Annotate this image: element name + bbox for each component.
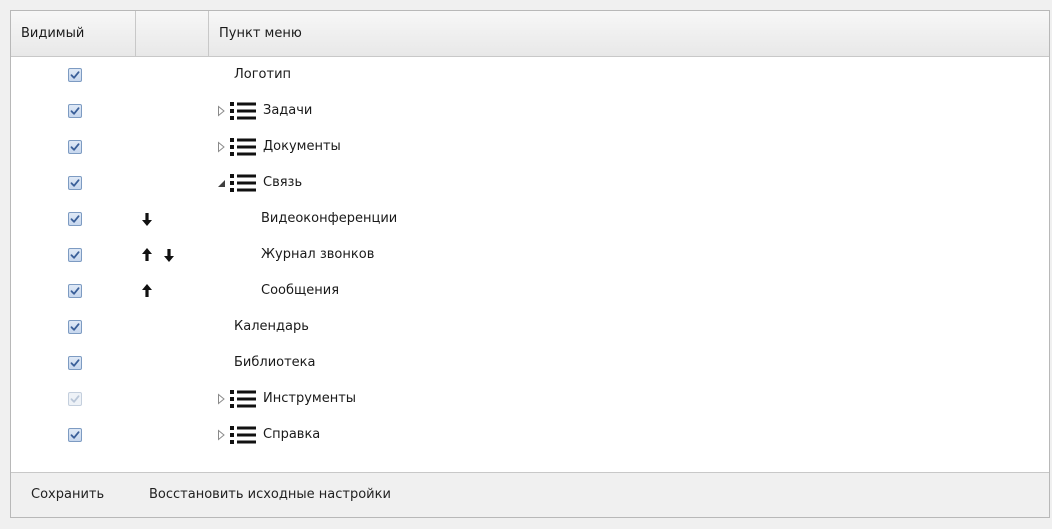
expanded-triangle-icon[interactable] [216,177,226,189]
tree-row[interactable]: Календарь [11,309,1049,345]
column-header-menu-item[interactable]: Пункт меню [209,11,1049,56]
tree-row[interactable]: Документы [11,129,1049,165]
tree-row[interactable]: Библиотека [11,345,1049,381]
tree-row[interactable]: Сообщения [11,273,1049,309]
list-icon [229,172,257,194]
visible-checkbox[interactable] [68,176,82,190]
visible-checkbox[interactable] [68,356,82,370]
list-icon [229,136,257,158]
tree-row[interactable]: Справка [11,417,1049,453]
move-up-arrow-icon[interactable] [141,281,153,301]
collapsed-triangle-icon[interactable] [216,141,226,153]
visible-checkbox[interactable] [68,248,82,262]
visible-checkbox[interactable] [68,212,82,226]
visible-checkbox[interactable] [68,68,82,82]
visible-checkbox[interactable] [68,428,82,442]
visible-checkbox[interactable] [68,284,82,298]
menu-item-label: Сообщения [261,283,340,298]
menu-item-label: Логотип [234,67,292,82]
list-icon [229,388,257,410]
column-header-visible[interactable]: Видимый [11,11,136,56]
restore-defaults-button[interactable]: Восстановить исходные настройки [149,473,391,517]
menu-item-label: Календарь [234,319,309,334]
visible-checkbox[interactable] [68,140,82,154]
tree-row[interactable]: Задачи [11,93,1049,129]
tree-row[interactable]: Инструменты [11,381,1049,417]
menu-item-label: Библиотека [234,355,316,370]
tree-row[interactable]: Видеоконференции [11,201,1049,237]
collapsed-triangle-icon[interactable] [216,105,226,117]
tree-row[interactable]: Журнал звонков [11,237,1049,273]
grid-header: Видимый Пункт меню [11,11,1049,57]
visible-checkbox[interactable] [68,320,82,334]
move-down-arrow-icon[interactable] [163,245,175,265]
move-up-arrow-icon[interactable] [141,245,153,265]
menu-items-list: Логотип Задачи Документы Связь Видеоконфе… [11,57,1049,453]
list-icon [229,100,257,122]
tree-row[interactable]: Связь [11,165,1049,201]
menu-item-label: Задачи [263,103,313,118]
menu-item-label: Инструменты [263,391,357,406]
menu-item-label: Видеоконференции [261,211,398,226]
move-down-arrow-icon[interactable] [141,209,153,229]
list-icon [229,424,257,446]
collapsed-triangle-icon[interactable] [216,393,226,405]
visible-checkbox[interactable] [68,104,82,118]
footer-toolbar: Сохранить Восстановить исходные настройк… [11,472,1049,517]
menu-item-label: Справка [263,427,321,442]
visible-checkbox [68,392,82,406]
tree-row[interactable]: Логотип [11,57,1049,93]
menu-item-label: Связь [263,175,303,190]
menu-item-label: Журнал звонков [261,247,375,262]
save-button[interactable]: Сохранить [31,473,104,517]
column-header-move[interactable] [136,11,209,56]
collapsed-triangle-icon[interactable] [216,429,226,441]
menu-settings-panel: Видимый Пункт меню Логотип Задачи Докуме… [10,10,1050,518]
menu-item-label: Документы [263,139,341,154]
